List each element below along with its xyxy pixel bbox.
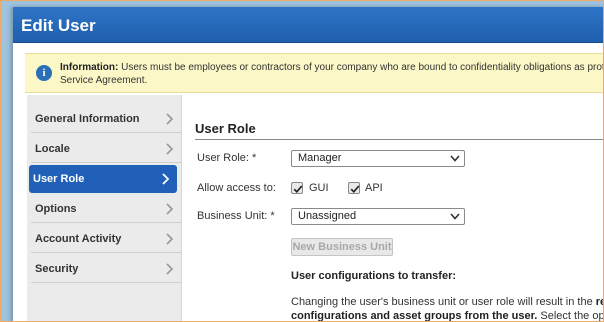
information-text: Information: Users must be employees or … — [60, 61, 604, 87]
transfer-title: User configurations to transfer: — [291, 270, 457, 282]
sidebar-item-label: Options — [35, 203, 77, 215]
dialog-title: Edit User — [21, 16, 96, 35]
business-unit-value: Unassigned — [298, 210, 357, 222]
information-line-1: Users must be employees or contractors o… — [121, 62, 604, 73]
checkmark-icon — [350, 185, 360, 194]
information-banner: i Information: Users must be employees o… — [25, 53, 604, 93]
sidebar-item-locale[interactable]: Locale — [31, 135, 181, 163]
chevron-down-icon — [450, 213, 460, 220]
info-icon: i — [36, 65, 52, 81]
gui-checkbox[interactable] — [291, 182, 303, 194]
dialog-titlebar: Edit User — [13, 7, 603, 43]
gui-label: GUI — [309, 182, 329, 194]
chevron-right-icon — [166, 113, 174, 125]
user-role-value: Manager — [298, 152, 342, 164]
edit-user-dialog: Edit User i Information: Users must be e… — [13, 7, 604, 322]
sidebar-item-label: Account Activity — [35, 233, 122, 245]
new-business-unit-button[interactable]: New Business Unit — [291, 238, 393, 256]
sidebar-item-general-information[interactable]: General Information — [31, 105, 181, 133]
information-heading: Information: — [60, 62, 119, 73]
user-role-select[interactable]: Manager — [291, 150, 465, 167]
sidebar-item-label: Security — [35, 263, 79, 275]
description-line-2: Select the options be — [540, 310, 604, 322]
sidebar-item-label: User Role — [33, 173, 85, 185]
settings-sidebar: General Information Locale User Role Opt… — [27, 95, 182, 321]
business-unit-select[interactable]: Unassigned — [291, 208, 465, 225]
screen-frame: Edit User i Information: Users must be e… — [0, 0, 604, 322]
user-role-panel: User Role User Role: * Manager Allow acc… — [195, 107, 604, 322]
sidebar-item-options[interactable]: Options — [31, 195, 181, 223]
transfer-description: Changing the user's business unit or use… — [291, 295, 604, 322]
user-role-label: User Role: * — [197, 152, 257, 164]
chevron-right-icon — [166, 263, 174, 275]
sidebar-item-label: Locale — [35, 143, 70, 155]
description-line-1: Changing the user's business unit or use… — [291, 296, 596, 308]
chevron-right-icon — [166, 203, 174, 215]
checkmark-icon — [293, 185, 303, 194]
api-checkbox[interactable] — [348, 182, 360, 194]
business-unit-label: Business Unit: * — [197, 210, 275, 222]
api-label: API — [365, 182, 383, 194]
information-line-2: Service Agreement. — [60, 75, 148, 86]
sidebar-item-account-activity[interactable]: Account Activity — [31, 225, 181, 253]
allow-access-label: Allow access to: — [197, 182, 276, 194]
section-title: User Role — [195, 121, 603, 140]
chevron-right-icon — [166, 233, 174, 245]
sidebar-item-user-role[interactable]: User Role — [29, 165, 177, 193]
sidebar-item-security[interactable]: Security — [31, 255, 181, 283]
description-emphasis-1: removal — [595, 296, 603, 308]
description-emphasis-2: configurations and asset groups from the… — [291, 310, 538, 322]
chevron-down-icon — [450, 155, 460, 162]
chevron-right-icon — [166, 143, 174, 155]
chevron-right-icon — [162, 173, 170, 185]
sidebar-item-label: General Information — [35, 113, 140, 125]
